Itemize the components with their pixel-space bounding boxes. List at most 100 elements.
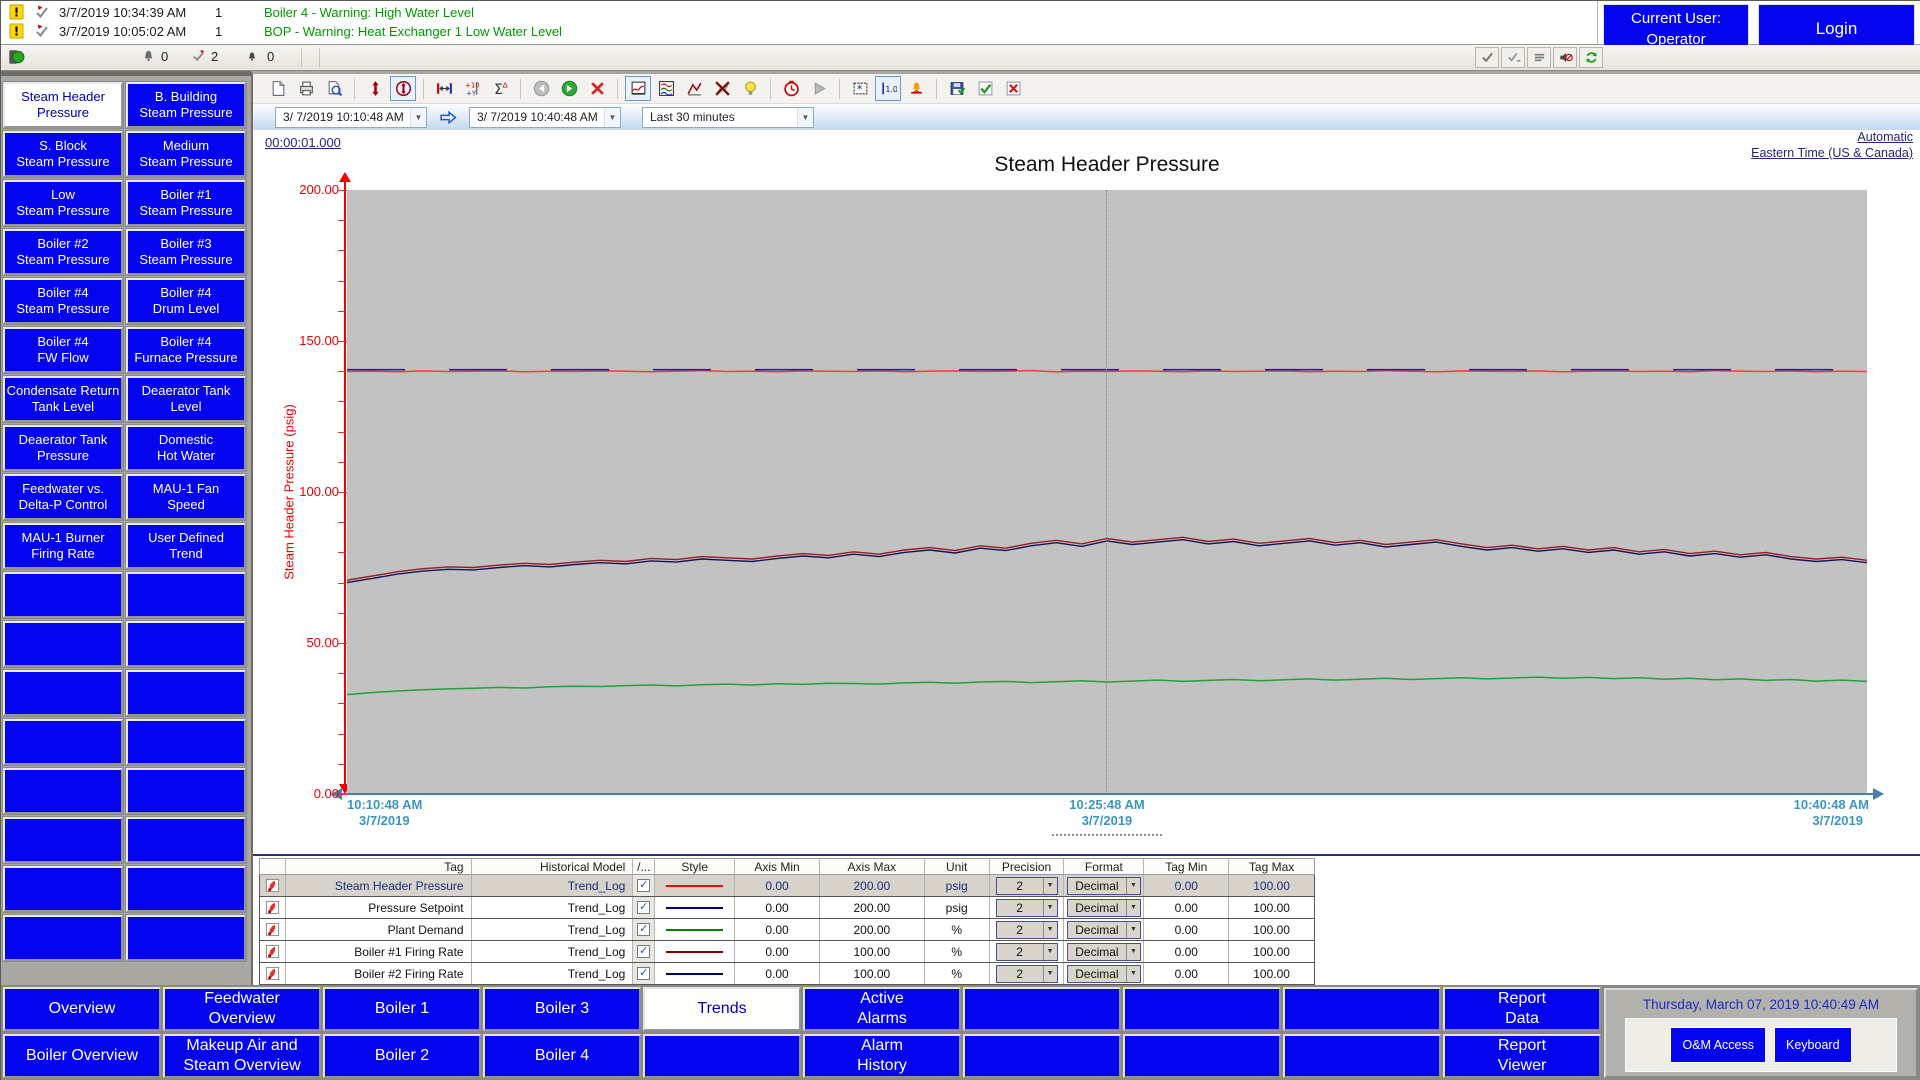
playback-icon[interactable] bbox=[806, 76, 832, 101]
pen-visible-checkbox[interactable]: ✓ bbox=[637, 967, 651, 980]
sidebar-item-medium-steam-pressure[interactable]: Medium Steam Pressure bbox=[126, 131, 246, 177]
chevron-down-icon[interactable]: ▼ bbox=[1125, 921, 1140, 938]
sidebar-item-blank[interactable] bbox=[126, 621, 246, 667]
no-chart-icon[interactable] bbox=[709, 76, 735, 101]
chevron-down-icon[interactable]: ▼ bbox=[797, 107, 813, 127]
tips-bulb-icon[interactable] bbox=[737, 76, 763, 101]
sidebar-item-domestic-hot-water[interactable]: Domestic Hot Water bbox=[126, 425, 246, 471]
back-icon[interactable] bbox=[528, 76, 554, 101]
xy-chart-icon[interactable] bbox=[681, 76, 707, 101]
sidebar-item-blank[interactable] bbox=[126, 768, 246, 814]
stacked-chart-icon[interactable] bbox=[653, 76, 679, 101]
new-trend-icon[interactable] bbox=[265, 76, 291, 101]
alarm-row[interactable]: ! 3/7/2019 10:34:39 AM 1 Boiler 4 - Warning… bbox=[1, 4, 1591, 22]
statistics-icon[interactable]: ΣΔ bbox=[487, 76, 513, 101]
annotate-chart-icon[interactable]: * bbox=[847, 76, 873, 101]
refresh-icon[interactable] bbox=[1579, 47, 1603, 68]
print-preview-icon[interactable] bbox=[321, 76, 347, 101]
sidebar-item-blank[interactable] bbox=[3, 670, 123, 716]
pen-table-row-boiler-2-firing-rate[interactable]: Boiler #2 Firing Rate Trend_Log ✓ 0.00 100.0… bbox=[259, 963, 1315, 985]
sidebar-item-low-steam-pressure[interactable]: Low Steam Pressure bbox=[3, 180, 123, 226]
splitter-handle[interactable] bbox=[347, 832, 1867, 840]
sidebar-item-blank[interactable] bbox=[126, 572, 246, 618]
chevron-down-icon[interactable]: ▼ bbox=[1125, 877, 1140, 894]
nav-button-boiler-3[interactable]: Boiler 3 bbox=[483, 987, 641, 1031]
ack-all-icon[interactable] bbox=[1501, 47, 1525, 68]
alarm-row[interactable]: ! 3/7/2019 10:05:02 AM 1 BOP - Warning: Hea… bbox=[1, 23, 1591, 41]
nav-button-boiler-4[interactable]: Boiler 4 bbox=[483, 1034, 641, 1078]
print-icon[interactable] bbox=[293, 76, 319, 101]
sidebar-item-boiler-4-steam-pressure[interactable]: Boiler #4 Steam Pressure bbox=[3, 278, 123, 324]
sidebar-item-boiler-4-drum-level[interactable]: Boiler #4 Drum Level bbox=[126, 278, 246, 324]
nav-button-blank[interactable] bbox=[1283, 987, 1441, 1031]
precision-dropdown[interactable]: 2 ▼ bbox=[995, 942, 1058, 961]
sidebar-item-blank[interactable] bbox=[3, 915, 123, 961]
chevron-down-icon[interactable]: ▼ bbox=[1125, 899, 1140, 916]
sidebar-item-steam-header-pressure[interactable]: Steam Header Pressure bbox=[3, 82, 123, 128]
chevron-down-icon[interactable]: ▼ bbox=[1125, 943, 1140, 960]
sidebar-item-boiler-3-steam-pressure[interactable]: Boiler #3 Steam Pressure bbox=[126, 229, 246, 275]
single-chart-icon[interactable] bbox=[625, 76, 651, 101]
duration-dropdown[interactable]: Last 30 minutes ▼ bbox=[642, 106, 814, 128]
nav-button-blank[interactable] bbox=[963, 987, 1121, 1031]
cursor-marker-icon[interactable] bbox=[362, 76, 388, 101]
pen-table-row-pressure-setpoint[interactable]: Pressure Setpoint Trend_Log ✓ 0.00 200.00 psi… bbox=[259, 897, 1315, 919]
pen-visible-checkbox[interactable]: ✓ bbox=[637, 923, 651, 936]
sidebar-item-boiler-2-steam-pressure[interactable]: Boiler #2 Steam Pressure bbox=[3, 229, 123, 275]
precision-dropdown[interactable]: 2 ▼ bbox=[995, 964, 1058, 983]
sidebar-item-deaerator-tank-level[interactable]: Deaerator Tank Level bbox=[126, 376, 246, 422]
apply-check-icon[interactable] bbox=[972, 76, 998, 101]
nav-button-active-alarms[interactable]: Active Alarms bbox=[803, 987, 961, 1031]
nav-button-feedwater-overview[interactable]: Feedwater Overview bbox=[163, 987, 321, 1031]
sidebar-item-boiler-4-fw-flow[interactable]: Boiler #4 FW Flow bbox=[3, 327, 123, 373]
nav-button-blank[interactable] bbox=[1123, 1034, 1281, 1078]
chevron-down-icon[interactable]: ▼ bbox=[1042, 943, 1057, 960]
chevron-down-icon[interactable]: ▼ bbox=[1042, 877, 1057, 894]
sidebar-item-blank[interactable] bbox=[126, 866, 246, 912]
sidebar-item-blank[interactable] bbox=[3, 817, 123, 863]
sidebar-item-blank[interactable] bbox=[126, 670, 246, 716]
sidebar-item-condensate-return-tank-level[interactable]: Condensate Return Tank Level bbox=[3, 376, 123, 422]
nav-button-report-data[interactable]: Report Data bbox=[1443, 987, 1601, 1031]
om-access-button[interactable]: O&M Access bbox=[1670, 1027, 1767, 1063]
x-range-icon[interactable] bbox=[431, 76, 457, 101]
sidebar-item-blank[interactable] bbox=[3, 866, 123, 912]
end-time-dropdown[interactable]: 3/ 7/2019 10:40:48 AM ▼ bbox=[469, 106, 621, 128]
nav-button-blank[interactable] bbox=[1283, 1034, 1441, 1078]
apply-range-arrow-icon[interactable] bbox=[436, 107, 460, 127]
save-check-icon[interactable] bbox=[944, 76, 970, 101]
format-dropdown[interactable]: Decimal ▼ bbox=[1066, 876, 1141, 895]
sidebar-item-boiler-4-furnace-pressure[interactable]: Boiler #4 Furnace Pressure bbox=[126, 327, 246, 373]
chevron-down-icon[interactable]: ▼ bbox=[604, 107, 620, 127]
sidebar-item-user-defined-trend[interactable]: User Defined Trend bbox=[126, 523, 246, 569]
precision-dropdown[interactable]: 2 ▼ bbox=[995, 876, 1058, 895]
mute-speaker-icon[interactable] bbox=[1553, 47, 1577, 68]
sidebar-item-blank[interactable] bbox=[126, 719, 246, 765]
summary-lines-icon[interactable] bbox=[1527, 47, 1551, 68]
sidebar-item-b-building-steam-pressure[interactable]: B. Building Steam Pressure bbox=[126, 82, 246, 128]
format-dropdown[interactable]: Decimal ▼ bbox=[1066, 920, 1141, 939]
format-dropdown[interactable]: Decimal ▼ bbox=[1066, 964, 1141, 983]
alarm-marker-icon[interactable] bbox=[903, 76, 929, 101]
chevron-down-icon[interactable]: ▼ bbox=[410, 107, 426, 127]
delete-icon[interactable] bbox=[584, 76, 610, 101]
sidebar-item-boiler-1-steam-pressure[interactable]: Boiler #1 Steam Pressure bbox=[126, 180, 246, 226]
chevron-down-icon[interactable]: ▼ bbox=[1125, 965, 1140, 982]
automatic-link[interactable]: Automatic bbox=[1751, 129, 1913, 145]
nav-button-overview[interactable]: Overview bbox=[3, 987, 161, 1031]
precision-dropdown[interactable]: 2 ▼ bbox=[995, 898, 1058, 917]
pen-table-row-boiler-1-firing-rate[interactable]: Boiler #1 Firing Rate Trend_Log ✓ 0.00 100.0… bbox=[259, 941, 1315, 963]
realtime-clock-icon[interactable] bbox=[778, 76, 804, 101]
sidebar-item-deaerator-tank-pressure[interactable]: Deaerator Tank Pressure bbox=[3, 425, 123, 471]
sample-interval-link[interactable]: 00:00:01.000 bbox=[265, 135, 341, 150]
nav-button-trends[interactable]: Trends bbox=[643, 987, 801, 1031]
sidebar-item-blank[interactable] bbox=[126, 817, 246, 863]
tracking-cursor-icon[interactable] bbox=[390, 76, 416, 101]
pen-table-row-steam-header-pressure[interactable]: Steam Header Pressure Trend_Log ✓ 0.00 200.0… bbox=[259, 875, 1315, 897]
y-values-icon[interactable]: +10 +Y bbox=[459, 76, 485, 101]
sidebar-item-mau-1-burner-firing-rate[interactable]: MAU-1 Burner Firing Rate bbox=[3, 523, 123, 569]
nav-button-boiler-1[interactable]: Boiler 1 bbox=[323, 987, 481, 1031]
keyboard-button[interactable]: Keyboard bbox=[1774, 1027, 1852, 1063]
pen-visible-checkbox[interactable]: ✓ bbox=[637, 945, 651, 958]
format-dropdown[interactable]: Decimal ▼ bbox=[1066, 942, 1141, 961]
